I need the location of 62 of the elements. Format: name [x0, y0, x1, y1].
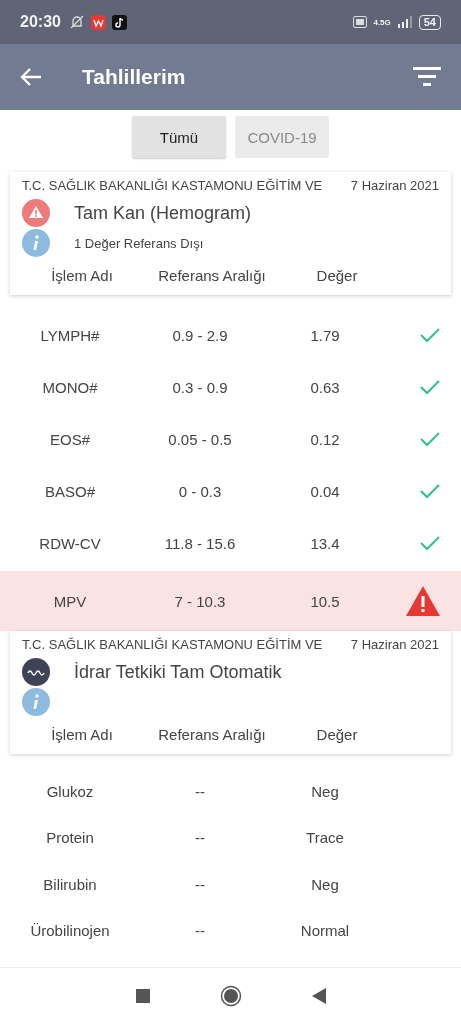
column-header: Değer — [315, 266, 359, 284]
hospital-name: T.C. SAĞLIK BAKANLIĞI KASTAMONU EĞİTİM VE — [22, 178, 323, 193]
reference-range: -- — [194, 875, 206, 893]
clock: 20:30 — [20, 13, 61, 31]
hospital-name: T.C. SAĞLIK BAKANLIĞI KASTAMONU EĞİTİM VE — [22, 637, 323, 652]
test-value: 0.63 — [309, 378, 341, 396]
test-value: Neg — [310, 782, 340, 800]
filter-tab[interactable]: Tümü — [132, 116, 226, 158]
test-value: 0.12 — [309, 430, 341, 448]
test-title: İdrar Tetkiki Tam Otomatik — [74, 661, 282, 683]
test-value: Normal — [299, 922, 351, 940]
test-card[interactable]: T.C. SAĞLIK BAKANLIĞI KASTAMONU EĞİTİM VE 7 Haziran 2021 İdrar Tetkiki Tam Otomatik İşlem Adı Referans Aralığı Değer — [10, 631, 451, 754]
column-header: İşlem Adı — [50, 266, 114, 284]
home-icon[interactable] — [219, 985, 242, 1007]
music-note-icon — [111, 14, 127, 30]
test-name: Protein — [45, 829, 95, 847]
test-value: Neg — [310, 875, 340, 893]
network-type: 4.5G — [373, 17, 391, 27]
test-value: 10.5 — [309, 592, 341, 610]
test-name: EOS# — [49, 430, 91, 448]
back-arrow-icon[interactable] — [20, 67, 42, 87]
wave-icon — [22, 658, 50, 686]
back-icon[interactable] — [311, 988, 326, 1004]
reference-range: 11.8 - 15.6 — [163, 534, 237, 552]
reference-range: -- — [194, 782, 206, 800]
test-name: MONO# — [41, 378, 99, 396]
test-date: 7 Haziran 2021 — [350, 178, 439, 193]
test-name: MPV — [52, 592, 88, 610]
test-title: Tam Kan (Hemogram) — [74, 202, 252, 224]
filter-icon[interactable] — [413, 67, 441, 87]
test-name: Bilirubin — [42, 875, 98, 893]
test-name: LYMPH# — [39, 326, 101, 344]
test-name: Glukoz — [45, 782, 95, 800]
battery-indicator: 54 — [418, 14, 441, 30]
test-value: 13.4 — [309, 534, 341, 552]
reference-range: -- — [194, 829, 206, 847]
test-value: Trace — [305, 829, 345, 847]
test-value: 0.04 — [309, 482, 341, 500]
recents-icon[interactable] — [135, 989, 150, 1003]
reference-range: 0.3 - 0.9 — [171, 378, 229, 396]
column-header: Referans Aralığı — [157, 266, 267, 284]
reference-range: 0.05 - 0.5 — [167, 430, 233, 448]
app-icon — [90, 14, 106, 30]
test-card[interactable]: T.C. SAĞLIK BAKANLIĞI KASTAMONU EĞİTİM VE 7 Haziran 2021 Tam Kan (Hemogram) 1 Değer Referans Dışı İşlem Adı Referans Aralığı Değer — [10, 172, 451, 295]
signal-icon — [396, 16, 413, 28]
reference-range: 0 - 0.3 — [177, 482, 223, 500]
column-header: İşlem Adı — [50, 725, 114, 743]
warning-icon — [22, 199, 50, 227]
column-header: Referans Aralığı — [157, 725, 267, 743]
info-icon — [22, 688, 50, 716]
reference-range: -- — [194, 922, 206, 940]
out-of-range-note: 1 Değer Referans Dışı — [74, 235, 204, 251]
test-date: 7 Haziran 2021 — [350, 637, 439, 652]
reference-range: 7 - 10.3 — [173, 592, 227, 610]
test-name: Ürobilinojen — [29, 922, 111, 940]
info-icon — [22, 229, 50, 257]
screen-title: Tahlillerim — [82, 65, 186, 89]
test-value: 1.79 — [309, 326, 341, 344]
reference-range: 0.9 - 2.9 — [171, 326, 229, 344]
test-name: RDW-CV — [38, 534, 102, 552]
column-header: Değer — [315, 725, 359, 743]
test-name: BASO# — [44, 482, 96, 500]
